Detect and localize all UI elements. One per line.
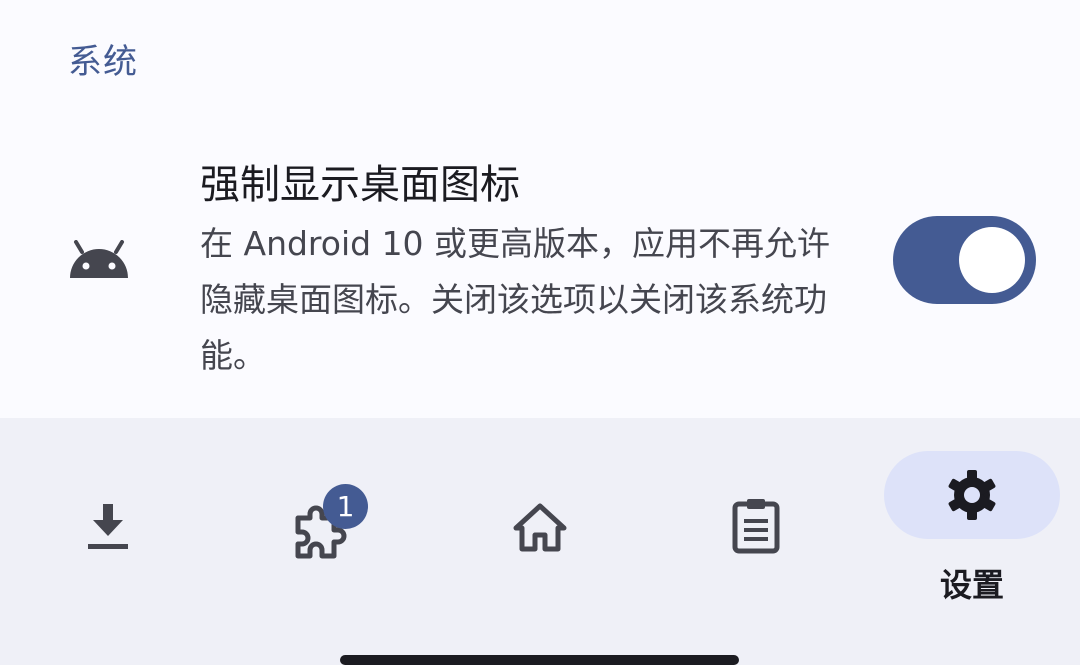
clipboard-list-icon — [732, 499, 780, 554]
preference-title: 强制显示桌面图标 — [200, 162, 520, 208]
nav-item-home[interactable] — [432, 418, 648, 618]
extensions-badge: 1 — [323, 484, 368, 529]
section-header: 系统 — [68, 42, 138, 82]
preference-summary: 在 Android 10 或更高版本，应用不再允许隐藏桌面图标。关闭该选项以关闭… — [200, 224, 831, 375]
nav-item-settings[interactable] — [884, 451, 1060, 539]
nav-label-settings: 设置 — [939, 566, 1004, 604]
nav-item-download[interactable] — [0, 418, 216, 618]
nav-item-logs[interactable] — [648, 418, 864, 618]
bottom-navigation-bar: 1 设置 — [0, 418, 1080, 665]
download-icon — [88, 504, 128, 549]
gesture-home-bar[interactable] — [340, 655, 739, 665]
switch-thumb — [959, 227, 1025, 293]
gear-icon — [948, 470, 996, 520]
home-icon — [513, 503, 567, 552]
android-icon — [70, 240, 128, 278]
nav-item-extensions[interactable] — [216, 418, 432, 618]
force-show-icon-switch[interactable] — [893, 216, 1036, 304]
force-show-launcher-icon-preference[interactable]: 强制显示桌面图标 在 Android 10 或更高版本，应用不再允许隐藏桌面图标… — [0, 130, 1080, 400]
